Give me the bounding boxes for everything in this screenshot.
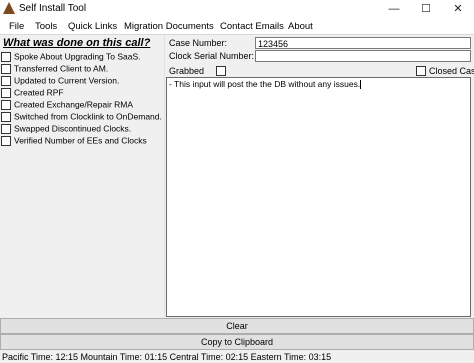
checkbox[interactable] (1, 99, 11, 110)
checkbox[interactable] (1, 63, 11, 74)
checkbox[interactable] (1, 75, 11, 86)
checkbox[interactable] (1, 111, 11, 122)
menu-file[interactable]: File (9, 21, 24, 32)
notes-text: - This input will post the the DB withou… (169, 79, 361, 89)
grabbed-checkbox[interactable] (216, 66, 226, 76)
clock-serial-label: Clock Serial Number: (169, 51, 255, 61)
clock-serial-field[interactable] (255, 50, 471, 62)
menu-quick-links[interactable]: Quick Links (68, 21, 117, 32)
close-button[interactable]: ✕ (442, 0, 474, 18)
menu-contact-emails[interactable]: Contact Emails (220, 21, 284, 32)
call-summary-heading: What was done on this call? (3, 37, 151, 49)
minimize-button[interactable]: — (378, 0, 410, 18)
menu-bar: File Tools Quick Links Migration Documen… (0, 18, 474, 34)
title-bar: Self Install Tool — ☐ ✕ (0, 0, 474, 18)
closed-case-checkbox[interactable] (416, 66, 426, 76)
copy-to-clipboard-button[interactable]: Copy to Clipboard (0, 334, 474, 350)
checkbox[interactable] (1, 51, 11, 62)
checklist-item[interactable]: Updated to Current Version. (1, 75, 119, 87)
checkbox[interactable] (1, 123, 11, 134)
case-number-field[interactable]: 123456 (255, 37, 471, 49)
panel-divider (164, 35, 165, 317)
checklist-item[interactable]: Created RPF (1, 87, 64, 99)
app-icon (3, 2, 15, 14)
closed-case-label: Closed Case. (429, 66, 474, 76)
clear-button[interactable]: Clear (0, 318, 474, 334)
window-title: Self Install Tool (19, 3, 87, 14)
notes-textarea[interactable]: - This input will post the the DB withou… (166, 77, 471, 317)
time-zone-status: Pacific Time: 12:15 Mountain Time: 01:15… (2, 352, 332, 362)
menu-about[interactable]: About (288, 21, 313, 32)
checklist-item[interactable]: Verified Number of EEs and Clocks (1, 135, 147, 147)
checkbox[interactable] (1, 87, 11, 98)
menu-divider (0, 34, 474, 35)
checklist-item[interactable]: Created Exchange/Repair RMA (1, 99, 133, 111)
text-caret (360, 80, 362, 90)
menu-tools[interactable]: Tools (35, 21, 57, 32)
checklist-item[interactable]: Swapped Discontinued Clocks. (1, 123, 131, 135)
checklist-item[interactable]: Transferred Client to AM. (1, 63, 108, 75)
checklist-item[interactable]: Spoke About Upgrading To SaaS. (1, 51, 141, 63)
menu-migration-documents[interactable]: Migration Documents (124, 21, 214, 32)
grabbed-label: Grabbed (169, 66, 205, 76)
case-number-label: Case Number: (169, 38, 228, 48)
checkbox[interactable] (1, 135, 11, 146)
checklist-item[interactable]: Switched from Clocklink to OnDemand. (1, 111, 162, 123)
maximize-button[interactable]: ☐ (410, 0, 442, 18)
